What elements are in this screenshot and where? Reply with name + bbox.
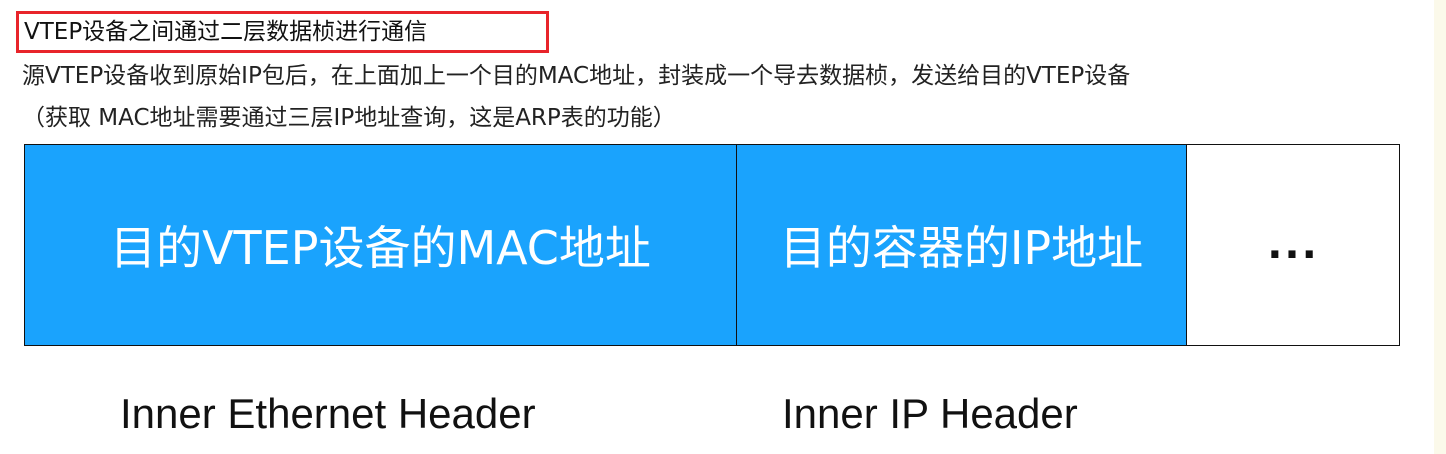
page-title: VTEP设备之间通过二层数据桢进行通信	[24, 19, 428, 45]
description-line-2: （获取 MAC地址需要通过三层IP地址查询，这是ARP表的功能）	[22, 105, 676, 131]
caption-inner-ethernet-header: Inner Ethernet Header	[120, 390, 536, 437]
segment-dest-container-ip: 目的容器的IP地址	[737, 145, 1187, 345]
segment-dest-vtep-mac: 目的VTEP设备的MAC地址	[25, 145, 737, 345]
frame-diagram: 目的VTEP设备的MAC地址 目的容器的IP地址 ...	[24, 144, 1400, 346]
description-line-1: 源VTEP设备收到原始IP包后，在上面加上一个目的MAC地址，封装成一个导去数据…	[22, 63, 1131, 89]
page-edge-strip	[1434, 0, 1446, 454]
caption-inner-ip-header: Inner IP Header	[782, 390, 1078, 437]
segment-ellipsis: ...	[1187, 145, 1399, 345]
